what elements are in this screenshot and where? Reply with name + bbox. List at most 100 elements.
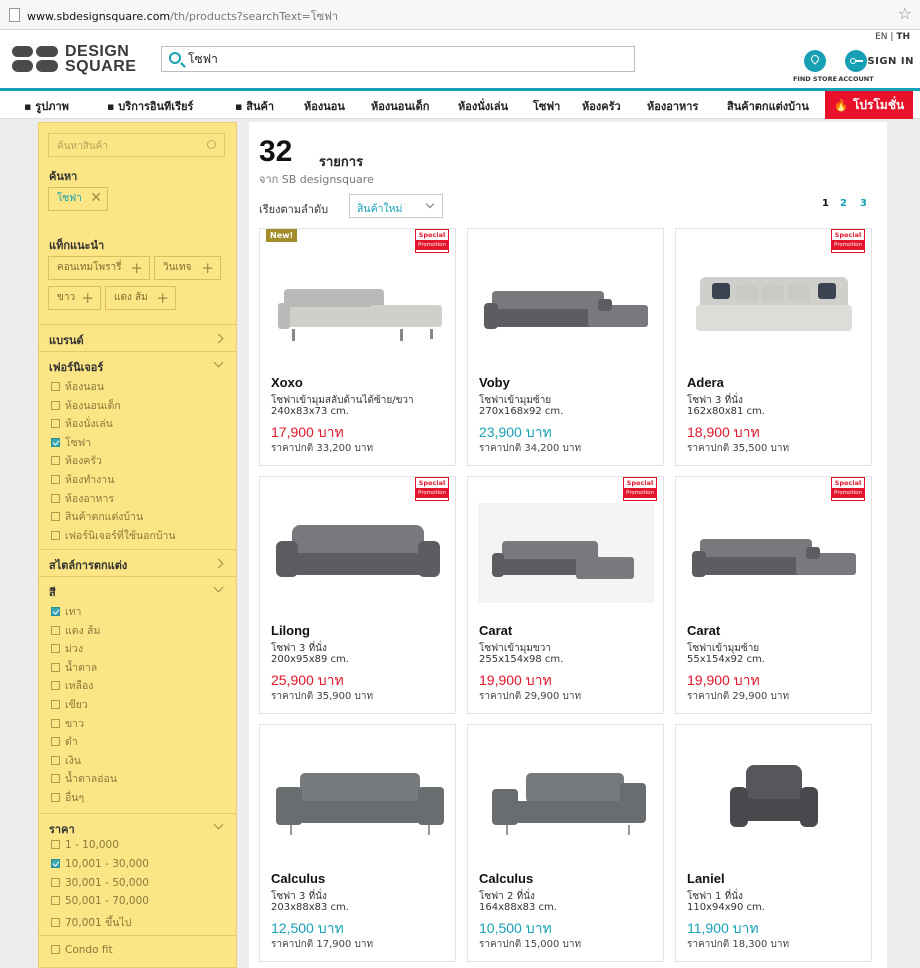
nav-item-living-room[interactable]: ห้องนั่งเล่น — [458, 97, 508, 115]
furniture-checkbox-item[interactable]: ห้องนั่งเล่น — [51, 415, 113, 432]
color-checkbox-item[interactable]: แดง ส้ม — [51, 622, 100, 639]
product-card[interactable]: Special Promotion Adera โซฟา 3 ที่นั่ง 162… — [675, 228, 872, 466]
nav-item-bedroom[interactable]: ห้องนอน — [304, 97, 345, 115]
color-checkbox-item[interactable]: น้ำตาล — [51, 659, 97, 676]
checkbox[interactable] — [51, 918, 60, 928]
style-section-title[interactable]: สไตล์การตกแต่ง — [49, 556, 127, 574]
checkbox[interactable] — [51, 607, 60, 616]
checkbox[interactable] — [51, 644, 60, 654]
sofa-l-shape-room-icon[interactable] — [478, 495, 654, 605]
search-icon[interactable] — [169, 52, 181, 64]
active-search-tag[interactable]: โซฟา ✕ — [48, 187, 108, 211]
page-3[interactable]: 3 — [860, 198, 867, 209]
checkbox[interactable] — [51, 793, 60, 802]
product-card[interactable]: Special Promotion Carat โซฟาเข้ามุมซ้าย 55… — [675, 476, 872, 714]
checkbox[interactable] — [51, 662, 60, 672]
nav-item-home-decor[interactable]: สินค้าตกแต่งบ้าน — [727, 97, 809, 115]
search-box[interactable] — [161, 46, 635, 72]
checkbox[interactable] — [51, 512, 60, 522]
color-checkbox-item[interactable]: เหลือง — [51, 677, 93, 694]
nav-item-kitchen[interactable]: ห้องครัว — [582, 97, 621, 115]
checkbox[interactable] — [51, 400, 60, 410]
bookmark-star-icon[interactable]: ☆ — [898, 4, 912, 23]
sofa-l-shape-dark-icon[interactable] — [478, 247, 654, 357]
nav-item-interior-service[interactable]: ▪ บริการอินทีเรียร์ — [107, 97, 193, 115]
product-name[interactable]: Calculus — [479, 871, 533, 886]
checkbox[interactable] — [51, 419, 60, 429]
checkbox[interactable] — [51, 382, 60, 391]
checkbox[interactable] — [51, 755, 60, 765]
nav-item-products[interactable]: ▪ สินค้า — [235, 97, 274, 115]
product-name[interactable]: Carat — [479, 623, 512, 638]
checkbox[interactable] — [51, 681, 60, 691]
sidebar-search-input[interactable]: ค้นหาสินค้า — [48, 133, 225, 157]
product-card[interactable]: New! Special Promotion Xoxo โซฟาเข้ามุมสลับ… — [259, 228, 456, 466]
sofa-3-seat-dark-icon[interactable] — [270, 495, 446, 605]
suggest-tag-vintage[interactable]: วินเทจ + — [154, 256, 221, 280]
product-name[interactable]: Xoxo — [271, 375, 303, 390]
checkbox[interactable] — [51, 858, 60, 868]
product-card[interactable]: Special Promotion Lilong โซฟา 3 ที่นั่ง 20… — [259, 476, 456, 714]
nav-item-sofa[interactable]: โซฟา — [533, 97, 560, 115]
checkbox[interactable] — [51, 737, 60, 747]
suggest-tag-red-orange[interactable]: แดง ส้ม + — [105, 286, 176, 310]
suggest-tag-white[interactable]: ขาว + — [48, 286, 101, 310]
checkbox[interactable] — [51, 625, 60, 635]
sign-in-link[interactable]: SIGN IN — [867, 56, 914, 67]
color-checkbox-item[interactable]: อื่นๆ — [51, 789, 84, 806]
furniture-checkbox-item[interactable]: ห้องนอนเด็ก — [51, 397, 121, 414]
nav-item-promotion[interactable]: 🔥 โปรโมชั่น — [825, 91, 913, 119]
chevron-down-icon[interactable] — [213, 819, 224, 830]
product-name[interactable]: Laniel — [687, 871, 725, 886]
furniture-checkbox-item[interactable]: โซฟา — [51, 434, 91, 451]
sofa-3-seat-light-icon[interactable] — [686, 247, 862, 357]
color-checkbox-item[interactable]: ขาว — [51, 715, 84, 732]
price-checkbox-item[interactable]: 1 - 10,000 — [51, 839, 119, 851]
sofa-l-shape-light-icon[interactable] — [270, 247, 446, 357]
checkbox[interactable] — [51, 437, 60, 447]
product-name[interactable]: Adera — [687, 375, 724, 390]
chevron-down-icon[interactable] — [213, 582, 224, 593]
checkbox[interactable] — [51, 475, 60, 484]
checkbox[interactable] — [51, 700, 60, 709]
chevron-right-icon[interactable] — [213, 558, 224, 569]
color-section-title[interactable]: สี — [49, 583, 56, 601]
checkbox[interactable] — [51, 840, 60, 849]
color-checkbox-item[interactable]: เทา — [51, 603, 81, 620]
search-input[interactable] — [188, 50, 628, 68]
brand-section-title[interactable]: แบรนด์ — [49, 331, 84, 349]
product-name[interactable]: Lilong — [271, 623, 310, 638]
armchair-icon[interactable] — [686, 743, 862, 853]
price-checkbox-item[interactable]: 30,001 - 50,000 — [51, 877, 149, 889]
nav-item-dining[interactable]: ห้องอาหาร — [647, 97, 698, 115]
product-name[interactable]: Carat — [687, 623, 720, 638]
checkbox[interactable] — [51, 718, 60, 728]
condo-fit-checkbox[interactable]: Condo fit — [51, 944, 113, 956]
sofa-l-shape-dark-icon[interactable] — [686, 495, 862, 605]
checkbox[interactable] — [51, 896, 60, 906]
sort-dropdown[interactable]: สินค้าใหม่ — [349, 194, 443, 218]
language-switch[interactable]: EN | TH — [875, 32, 910, 42]
page-2[interactable]: 2 — [840, 198, 847, 209]
product-name[interactable]: Calculus — [271, 871, 325, 886]
nav-item-gallery[interactable]: ▪ รูปภาพ — [24, 97, 69, 115]
product-card[interactable]: Special Promotion Carat โซฟาเข้ามุมขวา 255… — [467, 476, 664, 714]
url-text[interactable]: www.sbdesignsquare.com/th/products?searc… — [27, 7, 338, 25]
color-checkbox-item[interactable]: ดำ — [51, 733, 78, 750]
product-card[interactable]: Laniel โซฟา 1 ที่นั่ง 110x94x90 cm. 11,9… — [675, 724, 872, 962]
price-checkbox-item[interactable]: 50,001 - 70,000 — [51, 895, 149, 907]
checkbox[interactable] — [51, 493, 60, 503]
furniture-checkbox-item[interactable]: ห้องครัว — [51, 452, 102, 469]
product-card[interactable]: Calculus โซฟา 2 ที่นั่ง 164x88x83 cm. 10… — [467, 724, 664, 962]
sofa-2-seat-fabric-icon[interactable] — [478, 743, 654, 853]
checkbox[interactable] — [51, 530, 60, 540]
product-name[interactable]: Voby — [479, 375, 510, 390]
sofa-3-seat-fabric-icon[interactable] — [270, 743, 446, 853]
furniture-checkbox-item[interactable]: ห้องนอน — [51, 378, 104, 395]
furniture-checkbox-item[interactable]: สินค้าตกแต่งบ้าน — [51, 508, 143, 525]
price-checkbox-item[interactable]: 10,001 - 30,000 — [51, 858, 149, 870]
close-icon[interactable]: ✕ — [90, 187, 102, 209]
chevron-right-icon[interactable] — [213, 333, 224, 344]
product-card[interactable]: Calculus โซฟา 3 ที่นั่ง 203x88x83 cm. 12… — [259, 724, 456, 962]
color-checkbox-item[interactable]: น้ำตาลอ่อน — [51, 770, 117, 787]
